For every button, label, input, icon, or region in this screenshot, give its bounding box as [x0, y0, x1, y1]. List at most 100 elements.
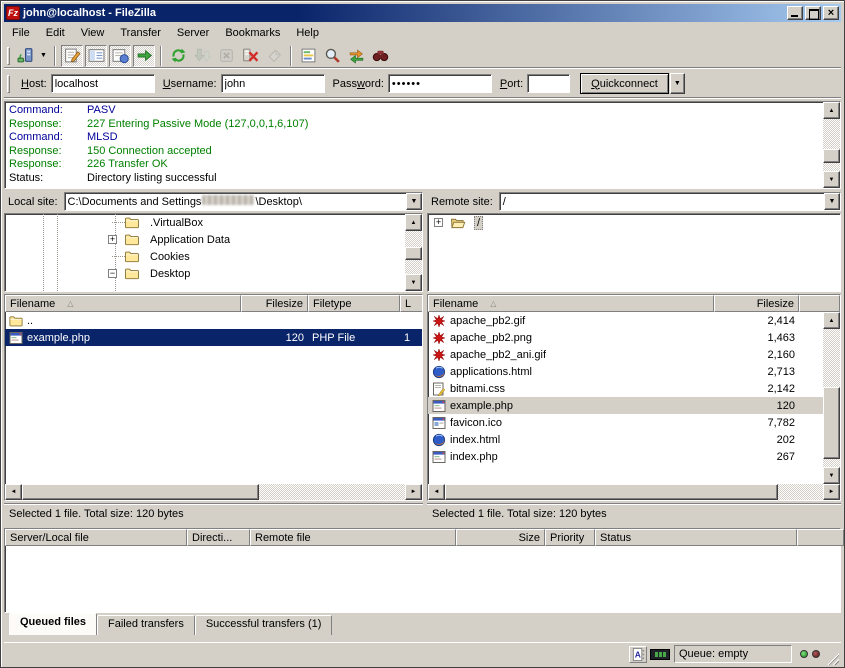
queue-column-directi-[interactable]: Directi...: [187, 529, 250, 546]
scroll-thumb[interactable]: [445, 484, 778, 500]
tree-item[interactable]: +Application Data: [5, 231, 405, 248]
filter-icon: [300, 47, 317, 64]
close-button[interactable]: ×: [823, 6, 839, 20]
column-header-filesize[interactable]: Filesize: [241, 295, 308, 312]
local-site-combobox[interactable]: C:\Documents and Settings\Desktop\ ▼: [64, 192, 423, 211]
queue-column-status[interactable]: Status: [595, 529, 797, 546]
menu-help[interactable]: Help: [288, 25, 327, 41]
queue-column-size[interactable]: Size: [456, 529, 545, 546]
file-row[interactable]: ..: [5, 312, 422, 329]
remote-list-vscrollbar[interactable]: ▲ ▼: [823, 312, 840, 484]
menu-bookmarks[interactable]: Bookmarks: [217, 25, 288, 41]
maximize-button[interactable]: [805, 6, 821, 20]
menu-file[interactable]: File: [4, 25, 38, 41]
directory-comparison-button[interactable]: [321, 45, 343, 67]
queue-column-remote-file[interactable]: Remote file: [250, 529, 456, 546]
file-row[interactable]: apache_pb2.gif2,414: [428, 312, 823, 329]
file-row[interactable]: index.php267: [428, 448, 823, 465]
file-row[interactable]: apache_pb2_ani.gif2,160: [428, 346, 823, 363]
data-type-indicator-icon[interactable]: A: [629, 646, 647, 663]
file-row[interactable]: applications.html2,713: [428, 363, 823, 380]
expand-plus-icon[interactable]: +: [108, 235, 117, 244]
site-manager-button[interactable]: [14, 45, 36, 67]
column-header-l[interactable]: L: [400, 295, 423, 312]
scroll-left-icon[interactable]: ◄: [5, 484, 22, 500]
scroll-down-icon[interactable]: ▼: [823, 171, 840, 188]
scroll-right-icon[interactable]: ►: [823, 484, 840, 500]
scroll-thumb[interactable]: [823, 387, 840, 459]
minimize-button[interactable]: [787, 6, 803, 20]
quickconnect-dropdown[interactable]: ▼: [670, 73, 685, 94]
file-row[interactable]: example.php120PHP File1: [5, 329, 422, 346]
toggle-local-tree-button[interactable]: [85, 45, 107, 67]
file-row[interactable]: favicon.ico7,782: [428, 414, 823, 431]
menu-view[interactable]: View: [73, 25, 113, 41]
scroll-thumb[interactable]: [22, 484, 259, 500]
message-log-vscrollbar[interactable]: ▲ ▼: [823, 102, 840, 188]
scroll-thumb[interactable]: [405, 247, 422, 260]
find-files-button[interactable]: [369, 45, 391, 67]
local-site-dropdown[interactable]: ▼: [406, 193, 422, 210]
username-input[interactable]: [221, 74, 325, 93]
host-input[interactable]: [51, 74, 155, 93]
remote-list-hscrollbar[interactable]: ◄ ►: [428, 484, 840, 500]
local-list-hscrollbar[interactable]: ◄ ►: [5, 484, 422, 500]
window-title: john@localhost - FileZilla: [23, 7, 785, 19]
folder-open-icon: [450, 216, 470, 229]
column-header-filetype[interactable]: Filetype: [308, 295, 400, 312]
column-header-filesize[interactable]: Filesize: [714, 295, 799, 312]
collapse-minus-icon[interactable]: −: [108, 269, 117, 278]
toolbar-grip[interactable]: [7, 47, 10, 65]
log-line-label: Command:: [9, 131, 87, 145]
tree-item[interactable]: −Desktop: [5, 265, 405, 282]
file-row[interactable]: bitnami.css2,142: [428, 380, 823, 397]
speed-limit-indicator-icon[interactable]: [650, 649, 670, 660]
expand-plus-icon[interactable]: +: [434, 218, 443, 227]
site-manager-dropdown-icon[interactable]: ▼: [37, 45, 50, 67]
sort-ascending-icon: △: [67, 299, 73, 308]
remote-site-dropdown[interactable]: ▼: [824, 193, 840, 210]
queue-column-priority[interactable]: Priority: [545, 529, 595, 546]
scroll-down-icon[interactable]: ▼: [405, 274, 422, 291]
tree-item[interactable]: .VirtualBox: [5, 214, 405, 231]
local-tree-vscrollbar[interactable]: ▲ ▼: [405, 214, 422, 291]
redacted-username: [202, 195, 254, 205]
tab-failed-transfers[interactable]: Failed transfers: [97, 615, 195, 635]
tree-item[interactable]: Cookies: [5, 248, 405, 265]
toggle-remote-tree-button[interactable]: [109, 45, 131, 67]
menu-server[interactable]: Server: [169, 25, 217, 41]
column-header-filename[interactable]: Filename△: [428, 295, 714, 312]
toggle-message-log-button[interactable]: [61, 45, 83, 67]
queue-column-blank[interactable]: [797, 529, 844, 546]
scroll-up-icon[interactable]: ▲: [405, 214, 422, 231]
quickconnect-grip[interactable]: [7, 75, 10, 93]
synchronized-browsing-button[interactable]: [345, 45, 367, 67]
file-row[interactable]: index.html202: [428, 431, 823, 448]
file-row[interactable]: example.php120: [428, 397, 823, 414]
queue-column-server-local-file[interactable]: Server/Local file: [5, 529, 187, 546]
toggle-transfer-queue-button[interactable]: [133, 45, 155, 67]
remote-site-combobox[interactable]: / ▼: [499, 192, 841, 211]
cell-size: 2,713: [714, 363, 799, 380]
tab-queued-files[interactable]: Queued files: [9, 613, 97, 635]
filter-button[interactable]: [297, 45, 319, 67]
scroll-down-icon[interactable]: ▼: [823, 467, 840, 484]
quickconnect-button[interactable]: Quickconnect: [580, 73, 669, 94]
resize-grip[interactable]: [826, 652, 839, 665]
cell-name: apache_pb2.gif: [428, 312, 714, 329]
scroll-left-icon[interactable]: ◄: [428, 484, 445, 500]
file-row[interactable]: apache_pb2.png1,463: [428, 329, 823, 346]
column-header-filename[interactable]: Filename△: [5, 295, 241, 312]
tab-successful-transfers-1-[interactable]: Successful transfers (1): [195, 615, 333, 635]
port-input[interactable]: [527, 74, 570, 93]
menu-transfer[interactable]: Transfer: [112, 25, 169, 41]
scroll-thumb[interactable]: [823, 149, 840, 163]
scroll-up-icon[interactable]: ▲: [823, 102, 840, 119]
password-input[interactable]: [388, 74, 492, 93]
tree-item[interactable]: +/: [428, 214, 840, 231]
disconnect-button[interactable]: [239, 45, 261, 67]
scroll-right-icon[interactable]: ►: [405, 484, 422, 500]
scroll-up-icon[interactable]: ▲: [823, 312, 840, 329]
refresh-button[interactable]: [167, 45, 189, 67]
menu-edit[interactable]: Edit: [38, 25, 73, 41]
